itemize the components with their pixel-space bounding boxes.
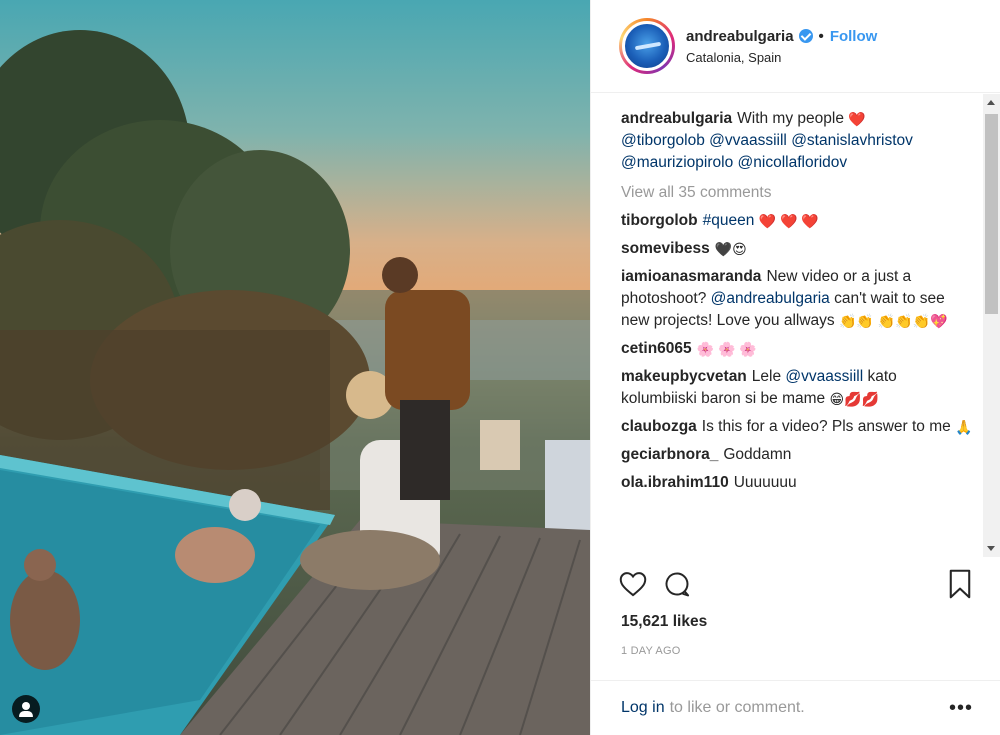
comment-text: Uuuuuuu (733, 474, 797, 491)
comment-username[interactable]: ola.ibrahim110 (621, 474, 729, 491)
separator-dot: • (818, 27, 824, 45)
scroll-thumb[interactable] (985, 114, 998, 314)
comment-item: geciarbnora_ Goddamn (621, 444, 973, 466)
story-ring[interactable] (619, 18, 675, 74)
comment-emoji: 😁💋💋 (829, 391, 879, 407)
location-link[interactable]: Catalonia, Spain (686, 50, 877, 65)
scroll-up-icon[interactable] (987, 100, 995, 105)
comment-username[interactable]: iamioanasmaranda (621, 268, 761, 285)
heart-icon[interactable] (619, 571, 647, 602)
tag-user-body (19, 711, 33, 717)
mention-link[interactable]: @tiborgolob (621, 132, 705, 149)
comment-item: somevibess 🖤😍 (621, 238, 973, 260)
comment-item: tiborgolob #queen ❤️ ❤️ ❤️ (621, 210, 973, 232)
comment-emoji: ❤️ ❤️ ❤️ (758, 213, 819, 229)
hashtag-link[interactable]: #queen (703, 212, 755, 229)
heart-emoji: ❤️ (848, 111, 866, 127)
avatar[interactable] (622, 21, 672, 71)
comment-icon[interactable] (663, 570, 691, 603)
comment-emoji: 🖤😍 (714, 241, 747, 257)
caption-username[interactable]: andreabulgaria (621, 110, 732, 127)
post-header: andreabulgaria • Follow Catalonia, Spain (591, 0, 1000, 93)
comment-username[interactable]: makeupbycvetan (621, 368, 747, 385)
bookmark-icon[interactable] (948, 569, 972, 604)
login-footer: Log in to like or comment. ••• (591, 680, 1000, 735)
comment-item: cetin6065 🌸 🌸 🌸 (621, 338, 973, 360)
post-date: 1 DAY AGO (621, 645, 681, 657)
comment-item: makeupbycvetan Lele @vvaassiill kato kolu… (621, 366, 973, 410)
tag-user-icon[interactable] (12, 695, 40, 723)
comment-text: Is this for a video? Pls answer to me (701, 418, 951, 435)
comment-text: Lele (751, 368, 782, 385)
caption-text: With my people (737, 110, 844, 127)
likes-count[interactable]: 15,621 likes (621, 613, 707, 631)
comment-text: Goddamn (723, 446, 792, 463)
header-info: andreabulgaria • Follow Catalonia, Spain (686, 28, 877, 65)
comment-username[interactable]: claubozga (621, 418, 697, 435)
comment-username[interactable]: cetin6065 (621, 340, 692, 357)
mention-link[interactable]: @mauriziopirolo (621, 154, 733, 171)
tag-user-head (22, 702, 30, 710)
comment-emoji: 👏👏 👏👏👏💖 (838, 313, 948, 329)
follow-button[interactable]: Follow (830, 28, 878, 45)
comment-username[interactable]: tiborgolob (621, 212, 698, 229)
comment-item: claubozga Is this for a video? Pls answer… (621, 416, 973, 438)
mention-link[interactable]: @vvaassiill (709, 132, 787, 149)
comment-item: ola.ibrahim110 Uuuuuuu (621, 472, 973, 494)
photo-illustration (0, 30, 590, 735)
login-link[interactable]: Log in (621, 699, 665, 717)
view-all-comments-link[interactable]: View all 35 comments (621, 184, 973, 202)
scroll-down-icon[interactable] (987, 546, 995, 551)
caption: andreabulgaria With my people ❤️ @tiborgo… (621, 108, 973, 174)
comment-emoji: 🌸 🌸 🌸 (696, 341, 757, 357)
login-prompt-text: to like or comment. (669, 699, 805, 716)
comment-emoji: 🙏 (955, 419, 973, 435)
comment-username[interactable]: geciarbnora_ (621, 446, 718, 463)
header-username[interactable]: andreabulgaria (686, 28, 794, 45)
comments-list[interactable]: andreabulgaria With my people ❤️ @tiborgo… (591, 94, 1000, 557)
comment-item: iamioanasmaranda New video or a just a ph… (621, 266, 973, 332)
post-panel: andreabulgaria • Follow Catalonia, Spain… (590, 0, 1000, 735)
comment-username[interactable]: somevibess (621, 240, 710, 257)
mention-link[interactable]: @stanislavhristov (791, 132, 913, 149)
post-photo[interactable] (0, 0, 590, 735)
comments-scrollbar[interactable] (983, 94, 1000, 557)
action-bar (619, 568, 972, 604)
mention-link[interactable]: @andreabulgaria (711, 290, 830, 307)
verified-icon (798, 29, 813, 43)
mention-link[interactable]: @vvaassiill (785, 368, 863, 385)
more-options-icon[interactable]: ••• (949, 697, 973, 720)
mention-link[interactable]: @nicollafloridov (738, 154, 848, 171)
